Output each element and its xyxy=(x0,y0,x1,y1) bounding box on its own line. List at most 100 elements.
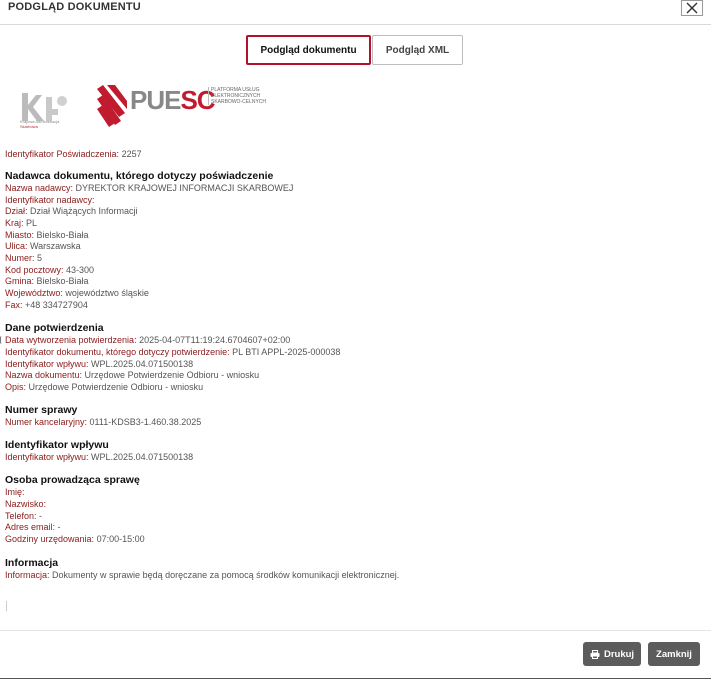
field-value: DYREKTOR KRAJOWEJ INFORMACJI SKARBOWEJ xyxy=(73,183,294,193)
field-row: Identyfikator dokumentu, którego dotyczy… xyxy=(5,347,340,358)
field-value: Urzędowe Potwierdzenie Odbioru - wniosku xyxy=(26,382,204,392)
field-label: Kod pocztowy: xyxy=(5,265,64,275)
field-label: Województwo: xyxy=(5,288,63,298)
field-value: Urzędowe Potwierdzenie Odbioru - wniosku xyxy=(82,370,260,380)
field-row: Identyfikator wpływu: WPL.2025.04.071500… xyxy=(5,359,193,370)
field-row: Dział: Dział Wiążących Informacji xyxy=(5,206,138,217)
field-value: 2257 xyxy=(119,149,142,159)
field-row: Nazwa dokumentu: Urzędowe Potwierdzenie … xyxy=(5,370,259,381)
kas-caption: Krajowa Administracja Skarbowa xyxy=(20,119,80,129)
field-label: Nazwa dokumentu: xyxy=(5,370,83,380)
section-heading-confirmation: Dane potwierdzenia xyxy=(5,322,104,334)
field-value: Bielsko-Biała xyxy=(34,276,89,286)
section-heading-receipt-id: Identyfikator wpływu xyxy=(5,439,109,451)
field-label: Adres email: xyxy=(5,522,56,532)
field-row: Ulica: Warszawska xyxy=(5,241,81,252)
kas-logo xyxy=(22,93,67,121)
field-label: Identyfikator Poświadczenia: xyxy=(5,149,120,159)
field-row: Miasto: Bielsko-Biała xyxy=(5,230,89,241)
print-button-label: Drukuj xyxy=(603,648,635,660)
field-row: Numer: 5 xyxy=(5,253,42,264)
puesc-wordmark-part1: PUE xyxy=(130,85,181,115)
field-value: Dział Wiążących Informacji xyxy=(27,206,138,216)
field-value: WPL.2025.04.071500138 xyxy=(88,452,194,462)
bottom-edge xyxy=(0,678,711,689)
field-row: Identyfikator wpływu: WPL.2025.04.071500… xyxy=(5,452,193,463)
field-label: Numer kancelaryjny: xyxy=(5,417,88,427)
field-value: 0111-KDSB3-1.460.38.2025 xyxy=(87,417,202,427)
puesc-mark-icon xyxy=(97,85,127,127)
field-row: Numer kancelaryjny: 0111-KDSB3-1.460.38.… xyxy=(5,417,201,428)
field-value: - xyxy=(36,511,43,521)
section-heading-sender: Nadawca dokumentu, którego dotyczy poświ… xyxy=(5,170,274,182)
field-label: Nazwa nadawcy: xyxy=(5,183,74,193)
field-row: Godziny urzędowania: 07:00-15:00 xyxy=(5,534,145,545)
cert-id-row: Identyfikator Poświadczenia: 2257 xyxy=(5,149,142,160)
field-value: 5 xyxy=(34,253,43,263)
close-button-label: Zamknij xyxy=(656,648,692,660)
tab-document-preview[interactable]: Podgląd dokumentu xyxy=(246,35,371,65)
close-icon xyxy=(686,2,698,14)
section-heading-case-number: Numer sprawy xyxy=(5,404,78,416)
field-row: Imię: xyxy=(5,487,25,498)
field-value: +48 334727904 xyxy=(22,300,88,310)
print-icon xyxy=(590,649,600,659)
field-label: Nazwisko: xyxy=(5,499,47,509)
field-label: Kraj: xyxy=(5,218,24,228)
field-value: 43-300 xyxy=(63,265,95,275)
puesc-subtitle: PLATFORMA USŁUG ELEKTRONICZNYCH SKARBOWO… xyxy=(208,87,281,105)
dialog-header: PODGLĄD DOKUMENTU xyxy=(0,0,711,25)
field-label: Data wytworzenia potwierdzenia: xyxy=(5,335,137,345)
section-heading-info: Informacja xyxy=(5,557,59,569)
field-label: Numer: xyxy=(5,253,35,263)
field-row: Gmina: Bielsko-Biała xyxy=(5,276,89,287)
field-value: województwo śląskie xyxy=(62,288,149,298)
field-label: Dział: xyxy=(5,206,28,216)
section-heading-handler: Osoba prowadząca sprawę xyxy=(5,474,140,486)
field-label: Miasto: xyxy=(5,230,35,240)
scroll-edge-marker xyxy=(0,336,4,344)
field-label: Imię: xyxy=(5,487,25,497)
field-label: Opis: xyxy=(5,382,27,392)
dialog-title: PODGLĄD DOKUMENTU xyxy=(8,1,141,13)
field-row: Opis: Urzędowe Potwierdzenie Odbioru - w… xyxy=(5,382,203,393)
field-row: Nazwa nadawcy: DYREKTOR KRAJOWEJ INFORMA… xyxy=(5,183,293,194)
tab-xml-preview[interactable]: Podgląd XML xyxy=(372,35,463,65)
close-button[interactable] xyxy=(681,0,703,16)
field-label: Telefon: xyxy=(5,511,37,521)
field-row: Adres email: - xyxy=(5,522,61,533)
field-label: Identyfikator dokumentu, którego dotyczy… xyxy=(5,347,230,357)
kas-caption-line2: Skarbowa xyxy=(20,124,38,129)
field-row: Data wytworzenia potwierdzenia: 2025-04-… xyxy=(5,335,290,346)
field-row: Nazwisko: xyxy=(5,499,46,510)
field-row: Telefon: - xyxy=(5,511,42,522)
field-label: Identyfikator wpływu: xyxy=(5,359,89,369)
field-row: Województwo: województwo śląskie xyxy=(5,288,149,299)
field-label: Identyfikator wpływu: xyxy=(5,452,89,462)
print-button[interactable]: Drukuj xyxy=(583,642,641,666)
field-value: PL BTI APPL-2025-000038 xyxy=(229,347,341,357)
field-label: Godziny urzędowania: xyxy=(5,534,95,544)
field-value: Bielsko-Biała xyxy=(34,230,89,240)
logos: Krajowa Administracja Skarbowa PUESC PLA… xyxy=(18,83,278,139)
field-row: Identyfikator nadawcy: xyxy=(5,195,95,206)
close-dialog-button[interactable]: Zamknij xyxy=(648,642,700,666)
field-value: WPL.2025.04.071500138 xyxy=(88,359,194,369)
footer-divider xyxy=(0,630,711,631)
field-label: Informacja: xyxy=(5,570,50,580)
field-label: Fax: xyxy=(5,300,23,310)
field-value: Dokumenty w sprawie będą doręczane za po… xyxy=(49,570,400,580)
field-row: Informacja: Dokumenty w sprawie będą dor… xyxy=(5,570,399,581)
field-value: - xyxy=(55,522,61,532)
puesc-wordmark: PUESC xyxy=(130,85,216,115)
field-label: Identyfikator nadawcy: xyxy=(5,195,95,205)
field-value: 2025-04-07T11:19:24.6704607+02:00 xyxy=(136,335,291,345)
text-cursor xyxy=(6,601,7,611)
field-row: Kraj: PL xyxy=(5,218,37,229)
field-value: 07:00-15:00 xyxy=(94,534,145,544)
field-row: Fax: +48 334727904 xyxy=(5,300,88,311)
field-value: PL xyxy=(23,218,38,228)
field-value: Warszawska xyxy=(27,241,81,251)
field-label: Gmina: xyxy=(5,276,35,286)
field-label: Ulica: xyxy=(5,241,28,251)
